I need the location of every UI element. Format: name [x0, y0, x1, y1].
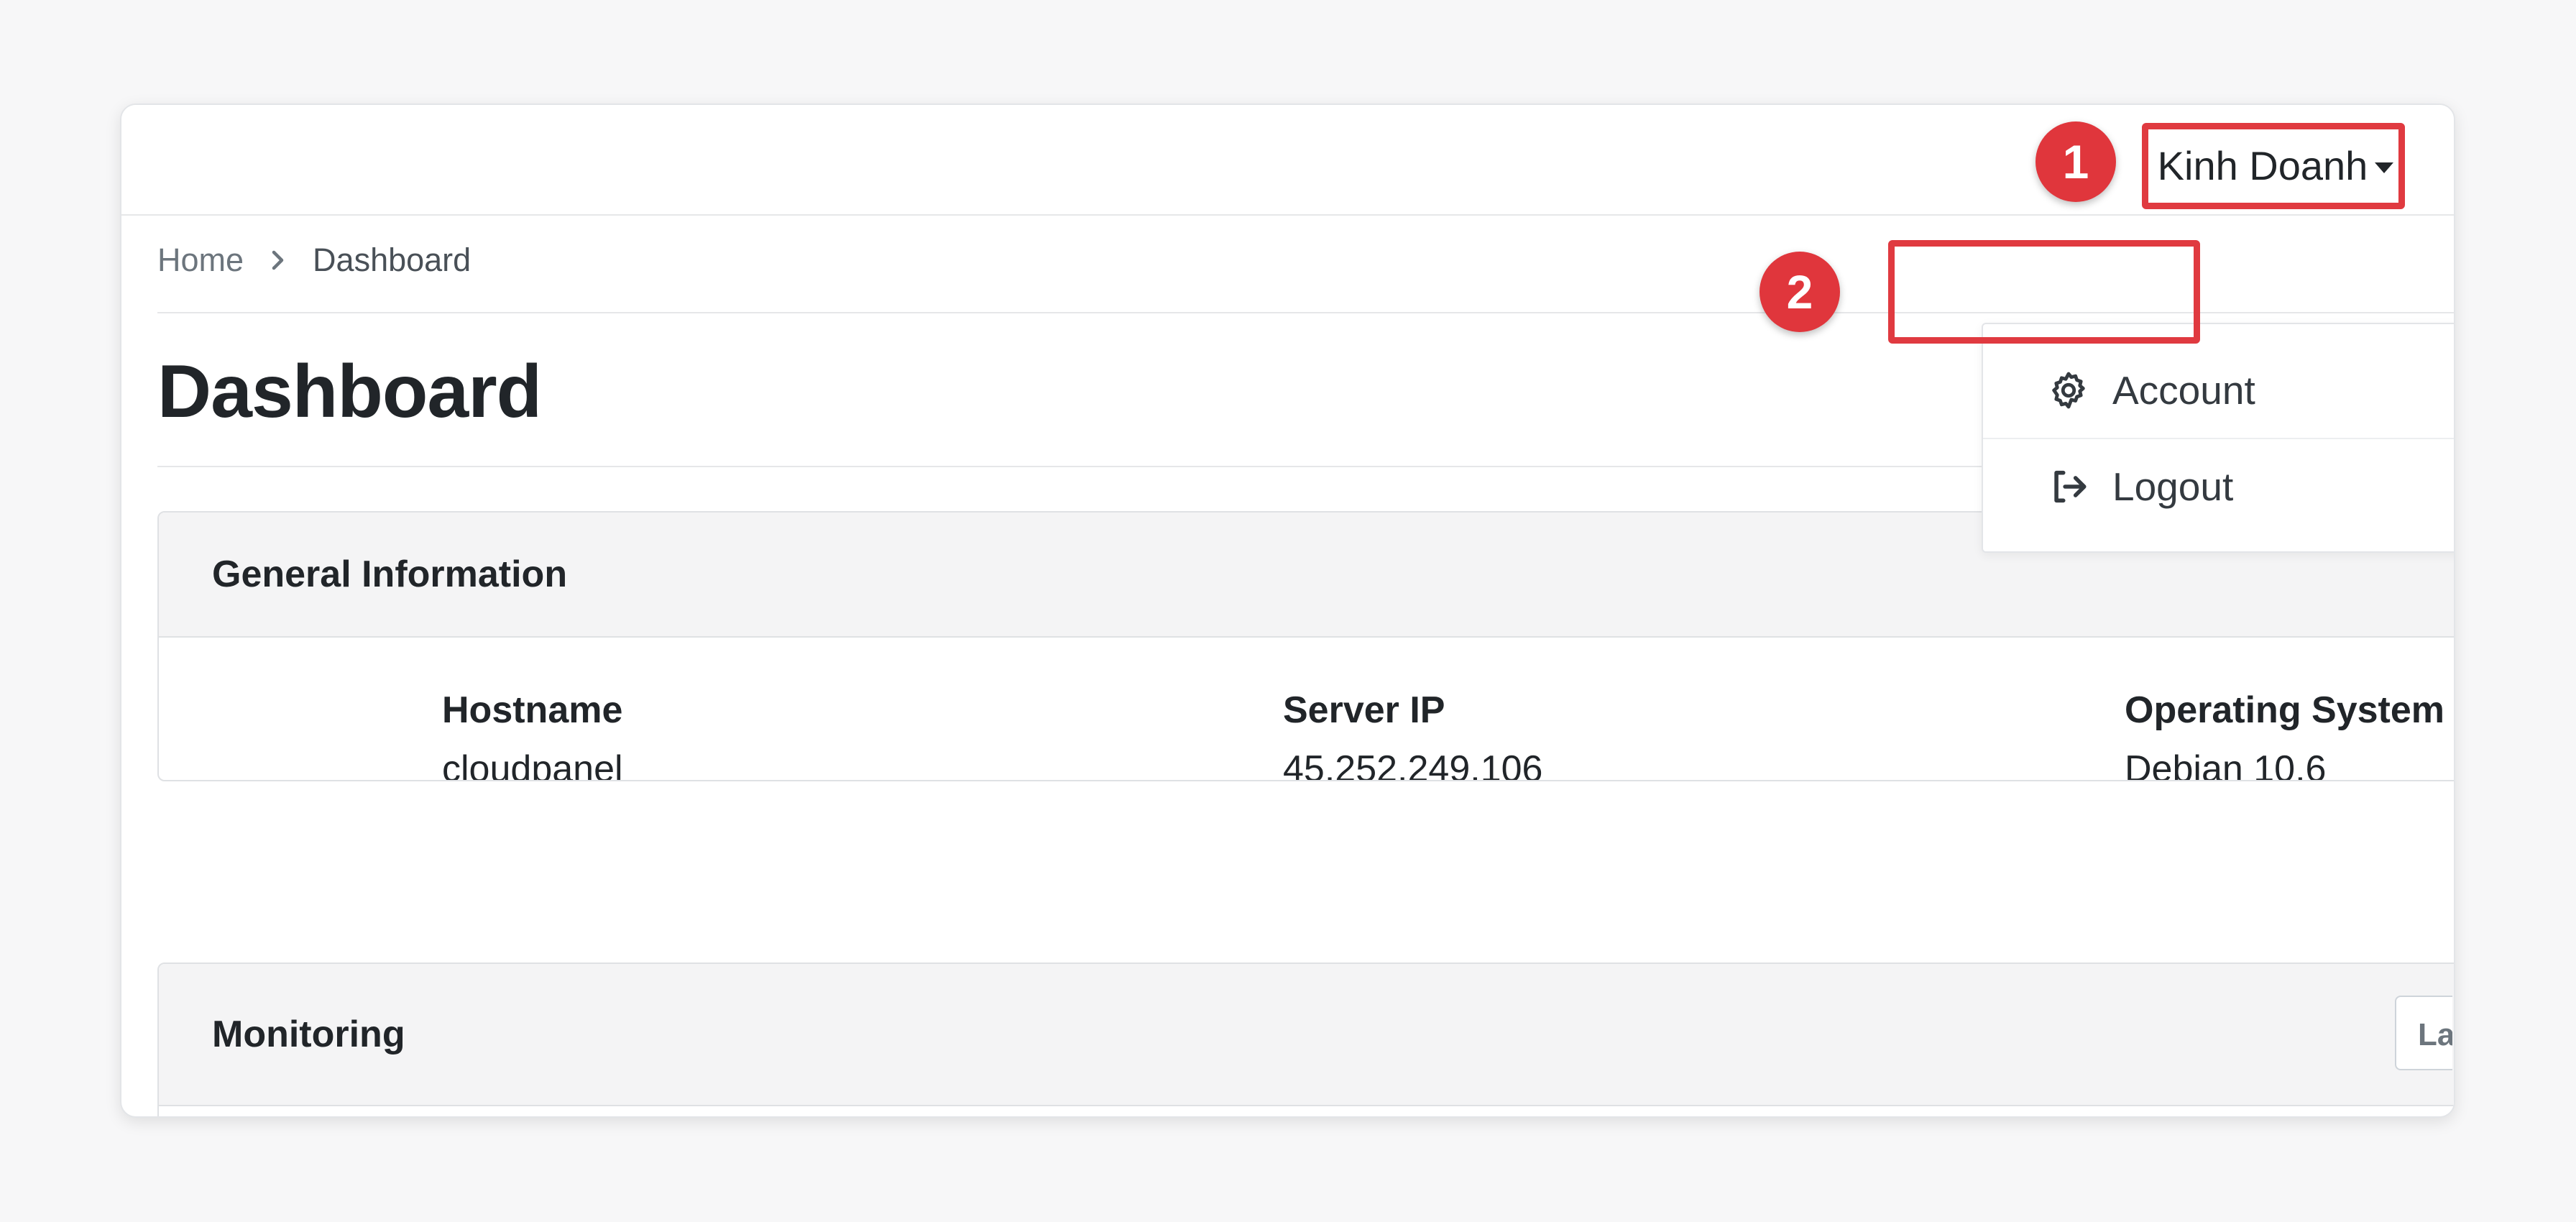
- user-menu-toggle[interactable]: Kinh Doanh: [2139, 125, 2412, 206]
- field-value: 45.252.249.106: [1283, 748, 1543, 781]
- card-title: General Information: [212, 553, 568, 595]
- card-title: Monitoring: [212, 1014, 405, 1055]
- menu-item-label: Logout: [2112, 464, 2234, 509]
- field-value: Debian 10.6: [2125, 748, 2327, 781]
- caret-down-icon: [2375, 162, 2394, 173]
- account-menu-item[interactable]: Account: [1983, 343, 2454, 438]
- step-1-badge: 1: [2036, 121, 2116, 202]
- step-2-badge: 2: [1760, 252, 1840, 332]
- gear-icon: [2048, 369, 2089, 411]
- breadcrumb: Home Dashboard: [157, 242, 471, 279]
- menu-item-label: Account: [2112, 368, 2255, 413]
- time-range-select[interactable]: La: [2395, 996, 2452, 1070]
- server-ip-field: Server IP 45.252.249.106: [1283, 689, 1543, 781]
- page-title: Dashboard: [157, 350, 542, 433]
- field-label: Operating System: [2125, 689, 2445, 731]
- monitoring-card: Monitoring La: [157, 963, 2454, 1116]
- user-name: Kinh Doanh: [2157, 142, 2368, 188]
- logout-menu-item[interactable]: Logout: [1983, 439, 2454, 534]
- field-label: Hostname: [442, 689, 623, 731]
- card-header: Monitoring La: [159, 964, 2454, 1106]
- chevron-right-icon: [271, 250, 285, 270]
- user-dropdown-menu: Account Logout: [1982, 323, 2454, 553]
- divider: [157, 312, 2454, 313]
- hostname-field: Hostname cloudpanel: [442, 689, 623, 781]
- breadcrumb-current: Dashboard: [313, 242, 472, 278]
- operating-system-field: Operating System Debian 10.6: [2125, 689, 2445, 781]
- logout-icon: [2048, 466, 2089, 507]
- breadcrumb-home-link[interactable]: Home: [157, 242, 244, 279]
- field-label: Server IP: [1283, 689, 1445, 731]
- field-value: cloudpanel: [442, 748, 623, 781]
- app-window: Kinh Doanh Home Dashboard Dashboard Gene…: [120, 104, 2455, 1118]
